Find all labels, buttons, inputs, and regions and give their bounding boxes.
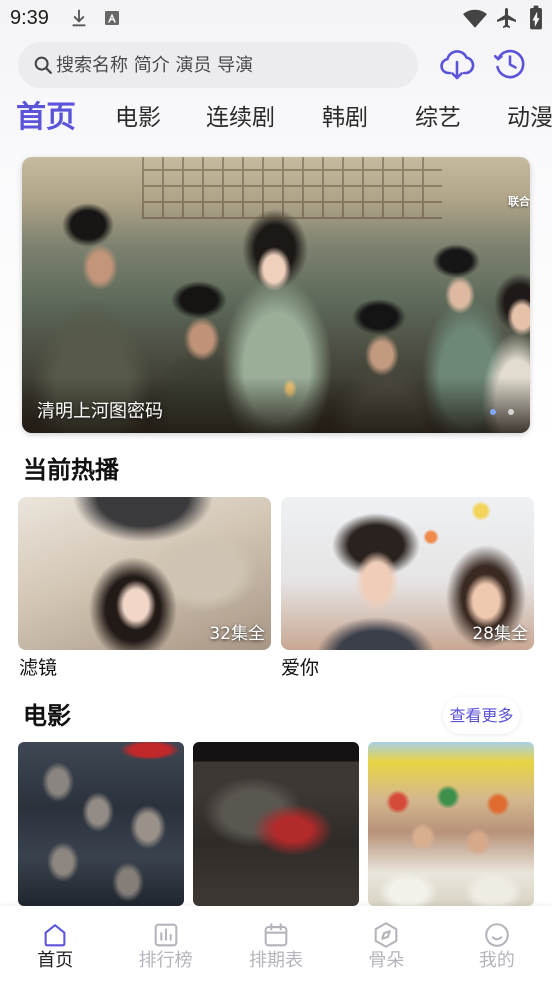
banner-corner-label: 联合	[508, 195, 530, 208]
movie-poster[interactable]	[193, 742, 359, 906]
battery-charging-icon	[529, 5, 543, 30]
banner-carousel[interactable]: 联合 清明上河图密码	[22, 157, 530, 433]
section-title-hot: 当前热播	[23, 456, 119, 484]
search-input[interactable]	[56, 42, 408, 88]
nav-item-profile[interactable]: 我的	[442, 906, 552, 983]
section-title-movies: 电影	[23, 702, 71, 730]
carousel-dot	[508, 409, 514, 415]
bottom-nav: 首页 排行榜 排期表 骨朵 我的	[0, 906, 552, 983]
banner-caption: 清明上河图密码	[37, 401, 163, 422]
movie-poster[interactable]	[368, 742, 534, 906]
nav-label-profile: 我的	[478, 950, 515, 971]
movie-poster[interactable]	[18, 742, 184, 906]
app-notification-icon	[104, 10, 120, 26]
tab-movies[interactable]: 电影	[115, 96, 161, 140]
search-bar[interactable]	[18, 42, 418, 88]
wifi-icon	[462, 7, 488, 29]
nav-label-ranking: 排行榜	[138, 950, 193, 971]
tab-korean-drama[interactable]: 韩剧	[322, 96, 368, 140]
ranking-chart-icon	[151, 920, 181, 950]
tab-series[interactable]: 连续剧	[206, 96, 275, 140]
hot-card[interactable]: 28集全 爱你	[281, 497, 534, 679]
nav-item-guduo[interactable]: 骨朵	[331, 906, 441, 983]
status-bar: 9:39	[0, 0, 552, 36]
episode-badge: 28集全	[472, 624, 528, 644]
app-screen: 9:39 搜索名称 简介 演员 导演 首页 电影 连续剧 韩剧 综艺 动漫 联合…	[0, 0, 552, 983]
profile-smile-icon	[482, 920, 512, 950]
nav-item-schedule[interactable]: 排期表	[221, 906, 331, 983]
nav-label-home: 首页	[37, 950, 74, 971]
hot-card-title: 滤镜	[19, 657, 58, 679]
category-tabs: 首页 电影 连续剧 韩剧 综艺 动漫	[0, 96, 552, 140]
episode-badge: 32集全	[209, 624, 265, 644]
compass-icon	[371, 920, 401, 950]
download-icon	[68, 7, 90, 29]
airplane-mode-icon	[495, 6, 519, 30]
calendar-icon	[261, 920, 291, 950]
banner-image-detail	[142, 157, 442, 219]
tab-anime[interactable]: 动漫	[507, 96, 552, 140]
hot-card-thumbnail: 28集全	[281, 497, 534, 650]
tab-home[interactable]: 首页	[16, 96, 76, 140]
carousel-dot-active	[490, 409, 496, 415]
hot-card[interactable]: 32集全 滤镜	[18, 497, 271, 679]
status-time: 9:39	[10, 7, 49, 29]
tab-variety[interactable]: 综艺	[415, 96, 461, 140]
home-icon	[40, 920, 70, 950]
nav-label-schedule: 排期表	[249, 950, 304, 971]
hot-card-thumbnail: 32集全	[18, 497, 271, 650]
nav-label-guduo: 骨朵	[368, 950, 405, 971]
nav-item-ranking[interactable]: 排行榜	[110, 906, 220, 983]
nav-item-home[interactable]: 首页	[0, 906, 110, 983]
cloud-download-icon[interactable]	[438, 45, 476, 83]
history-clock-icon[interactable]	[492, 46, 528, 82]
hot-card-title: 爱你	[281, 657, 320, 679]
search-icon	[32, 54, 54, 76]
view-more-button[interactable]: 查看更多	[443, 697, 520, 734]
